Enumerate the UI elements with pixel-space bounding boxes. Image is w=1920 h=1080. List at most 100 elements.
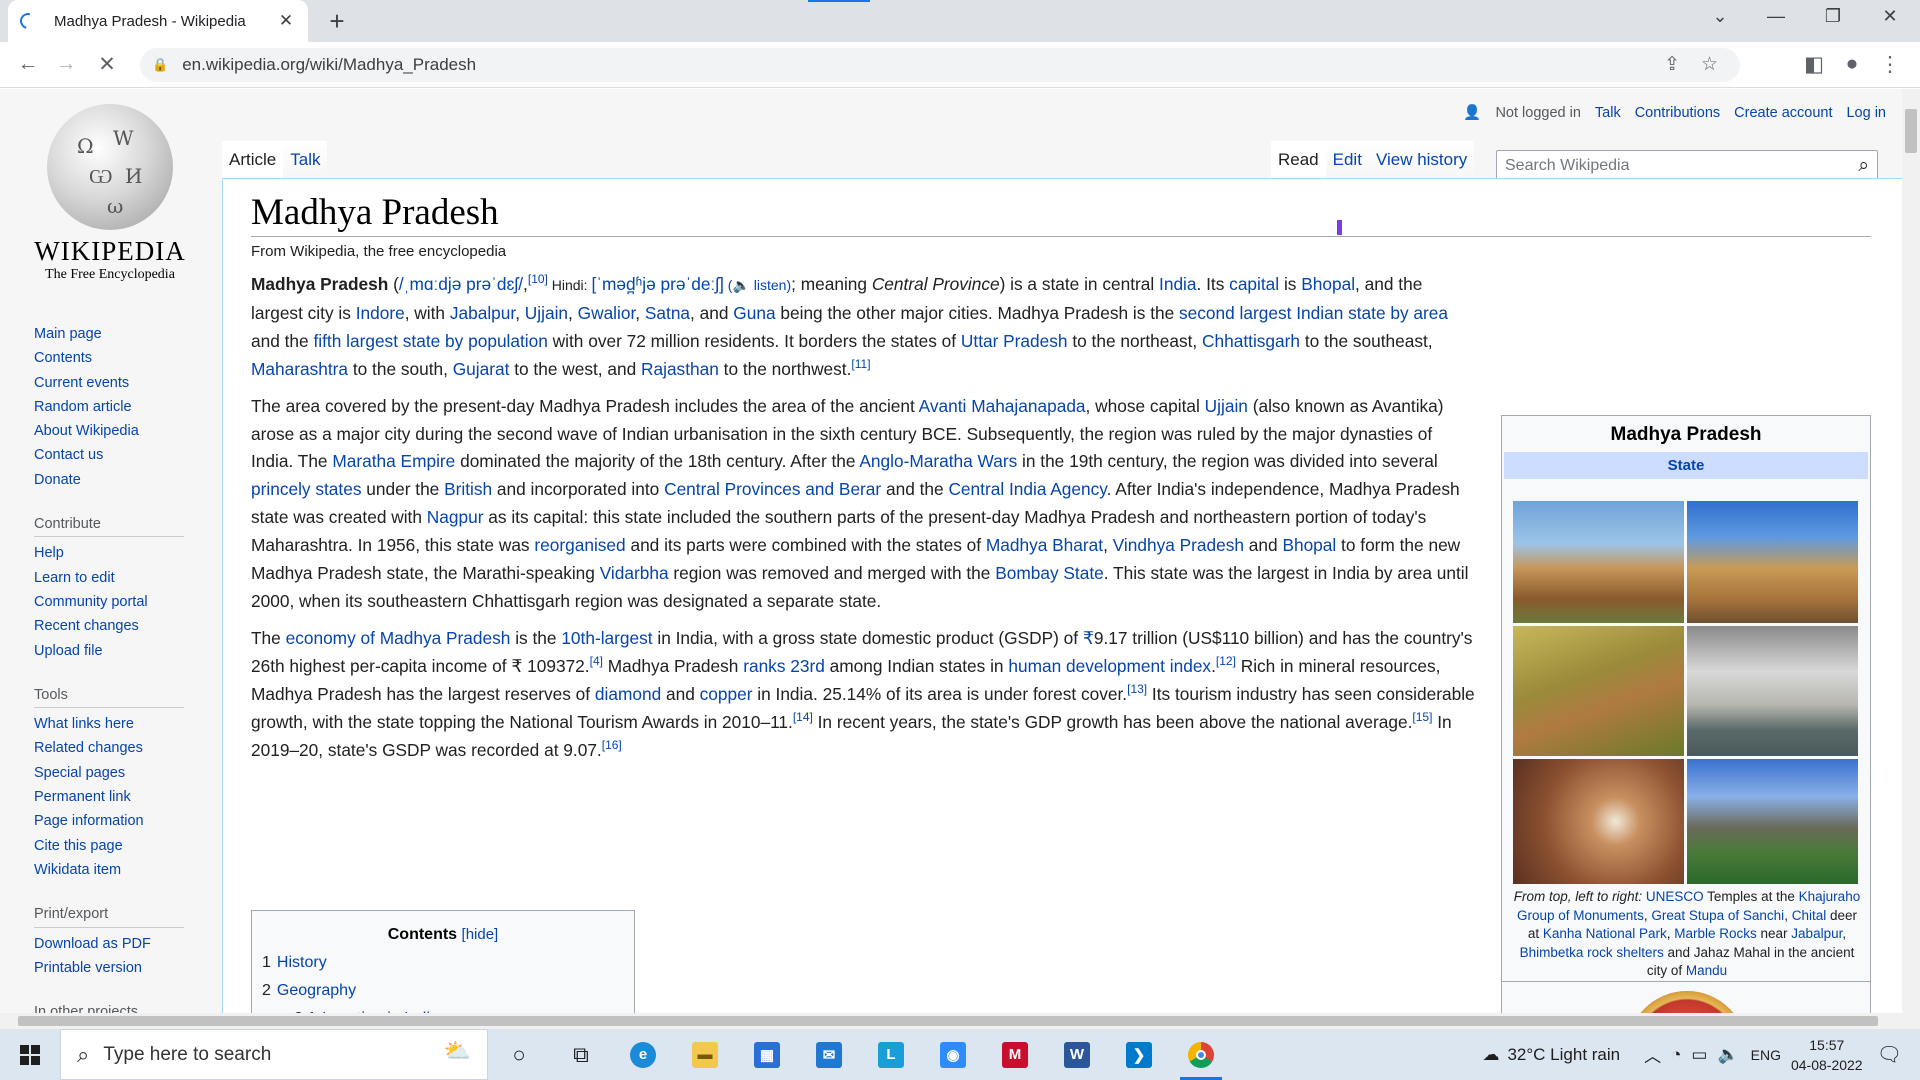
microsoft-store-icon[interactable]: ▦	[736, 1029, 798, 1080]
url-text[interactable]: en.wikipedia.org/wiki/Madhya_Pradesh	[182, 55, 476, 75]
article-link[interactable]: Anglo-Maratha Wars	[859, 451, 1017, 471]
article-link[interactable]: Bhopal	[1301, 274, 1355, 294]
sidebar-link-about-wikipedia[interactable]: About Wikipedia	[34, 419, 204, 443]
sidebar-link-what-links-here[interactable]: What links here	[34, 712, 204, 736]
article-link[interactable]: Jabalpur	[450, 303, 515, 323]
article-link[interactable]: [ˈməd̪ʱjə prəˈdeːʃ]	[591, 274, 723, 294]
address-bar[interactable]: 🔒 en.wikipedia.org/wiki/Madhya_Pradesh ⇪…	[140, 48, 1740, 82]
article-link[interactable]: human development index	[1008, 656, 1211, 676]
article-link[interactable]: Gwalior	[578, 303, 636, 323]
khajuraho-temple-image[interactable]	[1513, 501, 1684, 623]
word-icon[interactable]: W	[1046, 1029, 1108, 1080]
sidebar-link-special-pages[interactable]: Special pages	[34, 761, 204, 785]
article-link[interactable]: 10th-largest	[561, 628, 652, 648]
create-account-link[interactable]: Create account	[1734, 105, 1832, 121]
article-link[interactable]: India	[1159, 274, 1196, 294]
citation-link[interactable]: [15]	[1412, 710, 1432, 724]
citation-link[interactable]: [11]	[851, 357, 870, 371]
start-button[interactable]	[0, 1029, 60, 1080]
new-tab-button[interactable]: +	[322, 6, 352, 37]
toc-item[interactable]: 2 Geography	[262, 977, 624, 1005]
tab-view-history[interactable]: View history	[1368, 141, 1475, 179]
article-link[interactable]: copper	[700, 684, 753, 704]
jahaz-mahal-image[interactable]	[1687, 759, 1858, 884]
vertical-scroll-thumb[interactable]	[1905, 109, 1917, 153]
show-hidden-icons-icon[interactable]: ︿	[1644, 1042, 1661, 1067]
log-in-link[interactable]: Log in	[1846, 105, 1886, 121]
taskbar-search-box[interactable]: ⌕ Type here to search ⛅	[60, 1029, 488, 1080]
tab-edit[interactable]: Edit	[1325, 141, 1369, 179]
minimize-button[interactable]: —	[1756, 6, 1796, 27]
infobox-subtitle[interactable]: State	[1504, 452, 1868, 479]
battery-icon[interactable]: ▭	[1691, 1045, 1707, 1065]
citation-link[interactable]: [4]	[590, 654, 603, 668]
article-link[interactable]: Vindhya Pradesh	[1113, 535, 1244, 555]
menu-kebab-icon[interactable]: ⋮	[1876, 52, 1904, 77]
close-window-button[interactable]: ✕	[1870, 6, 1910, 27]
caption-link[interactable]: Bhimbetka rock shelters	[1520, 945, 1664, 960]
chrome-icon[interactable]	[1170, 1029, 1232, 1080]
toc-item[interactable]: 1 History	[262, 949, 624, 977]
article-link[interactable]: Central Provinces and Berar	[664, 479, 881, 499]
sidebar-link-wikidata-item[interactable]: Wikidata item	[34, 858, 204, 882]
caption-link[interactable]: Great Stupa of Sanchi	[1651, 908, 1784, 923]
article-link[interactable]: /ˌmɑːdjə prəˈdɛʃ/	[399, 274, 523, 294]
search-icon[interactable]: ⌕	[1858, 155, 1869, 177]
mail-icon[interactable]: ✉	[798, 1029, 860, 1080]
article-link[interactable]: Nagpur	[427, 507, 484, 527]
article-link[interactable]: economy of Madhya Pradesh	[286, 628, 511, 648]
sidebar-link-download-as-pdf[interactable]: Download as PDF	[34, 932, 204, 956]
toc-item[interactable]: 2.1Location in India	[262, 1005, 624, 1013]
profile-avatar-icon[interactable]: ●	[1838, 52, 1866, 76]
tab-read[interactable]: Read	[1271, 141, 1326, 179]
article-link[interactable]: Maharashtra	[251, 359, 348, 379]
sidebar-link-upload-file[interactable]: Upload file	[34, 639, 204, 663]
sidebar-link-donate[interactable]: Donate	[34, 468, 204, 492]
sidebar-link-random-article[interactable]: Random article	[34, 395, 204, 419]
sidebar-link-learn-to-edit[interactable]: Learn to edit	[34, 566, 204, 590]
forward-icon[interactable]: →	[52, 52, 80, 76]
stop-loading-icon[interactable]: ✕	[93, 52, 121, 77]
clock[interactable]: 15:57 04-08-2022	[1791, 1035, 1863, 1075]
volume-icon[interactable]: 🔈	[1717, 1045, 1738, 1065]
article-link[interactable]: British	[444, 479, 492, 499]
sidebar-link-help[interactable]: Help	[34, 541, 204, 565]
l-app-icon[interactable]: L	[860, 1029, 922, 1080]
article-link[interactable]: Chhattisgarh	[1202, 331, 1300, 351]
sidebar-link-contact-us[interactable]: Contact us	[34, 443, 204, 467]
article-link[interactable]: reorganised	[534, 535, 625, 555]
infobox-image-collage[interactable]	[1513, 501, 1858, 884]
article-link[interactable]: (🔈 listen)	[724, 277, 791, 293]
file-explorer-icon[interactable]: ▬	[674, 1029, 736, 1080]
toc-item-link[interactable]: History	[277, 954, 327, 971]
article-link[interactable]: Satna	[645, 303, 690, 323]
sidebar-link-current-events[interactable]: Current events	[34, 371, 204, 395]
bhimbetka-rock-shelter-image[interactable]	[1513, 759, 1684, 884]
citation-link[interactable]: [13]	[1127, 682, 1147, 696]
mcafee-icon[interactable]: M	[984, 1029, 1046, 1080]
article-link[interactable]: Guna	[733, 303, 775, 323]
article-link[interactable]: Indore	[356, 303, 405, 323]
article-link[interactable]: Bombay State	[995, 563, 1104, 583]
chital-deer-image[interactable]	[1513, 626, 1684, 756]
horizontal-scroll-thumb[interactable]	[18, 1016, 1878, 1026]
maximize-button[interactable]: ❐	[1813, 6, 1853, 27]
marble-rocks-image[interactable]	[1687, 626, 1858, 756]
weather-text[interactable]: 32°C Light rain	[1507, 1045, 1620, 1065]
notifications-icon[interactable]: 🗨	[1877, 1042, 1902, 1067]
wikipedia-logo[interactable]: Ω W Ѡ И ω Wikipedia The Free Encyclopedi…	[30, 104, 190, 282]
caption-link[interactable]: UNESCO	[1646, 889, 1704, 904]
article-link[interactable]: Ujjain	[1205, 396, 1248, 416]
article-link[interactable]: Uttar Pradesh	[961, 331, 1068, 351]
network-icon[interactable]: ◔	[1671, 1045, 1681, 1065]
article-link[interactable]: Madhya Bharat	[986, 535, 1103, 555]
article-link[interactable]: Avanti Mahajanapada	[919, 396, 1086, 416]
weather-icon[interactable]: ☁	[1482, 1045, 1499, 1065]
citation-link[interactable]: [10]	[528, 272, 548, 286]
toc-item-link[interactable]: Geography	[277, 982, 356, 999]
task-view-icon[interactable]: ⧉	[550, 1029, 612, 1080]
article-link[interactable]: Central India Agency	[948, 479, 1106, 499]
sidebar-link-printable-version[interactable]: Printable version	[34, 956, 204, 980]
contributions-link[interactable]: Contributions	[1635, 105, 1720, 121]
tab-close-icon[interactable]: ✕	[276, 11, 296, 31]
